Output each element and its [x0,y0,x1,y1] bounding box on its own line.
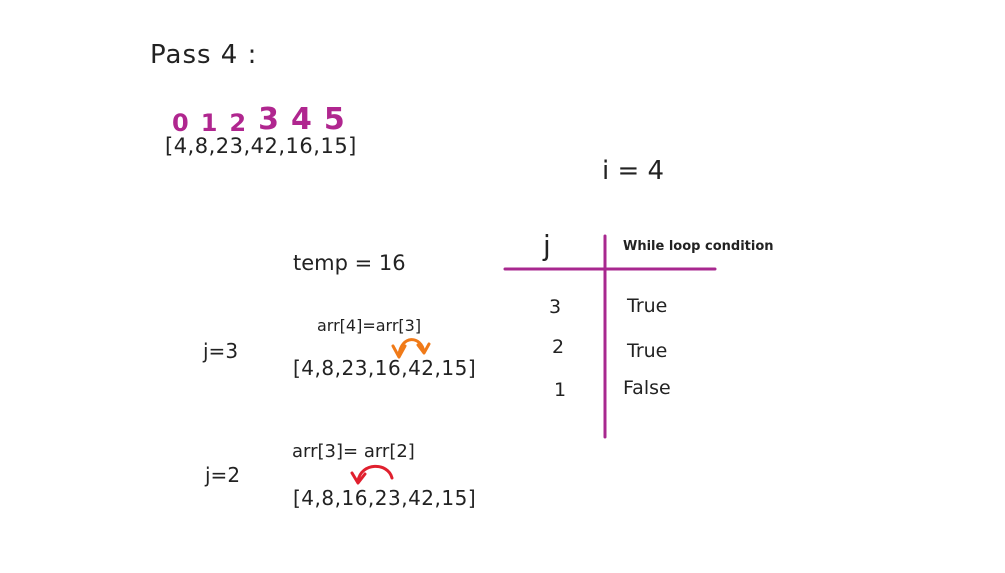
swap-arrow-orange [391,338,431,359]
table-row-2-condition: True [627,340,668,362]
table-row-1-j: 3 [549,296,562,318]
move-arrow-red [350,464,394,485]
table-row-3-j: 1 [554,379,567,401]
drawing-layer [350,234,717,485]
table-row-2-j: 2 [552,336,565,358]
table-row-1-condition: True [627,295,668,317]
table-row-3-condition: False [623,377,671,399]
table-header-j: j [543,229,551,262]
table-header-condition: While loop condition [623,239,774,254]
